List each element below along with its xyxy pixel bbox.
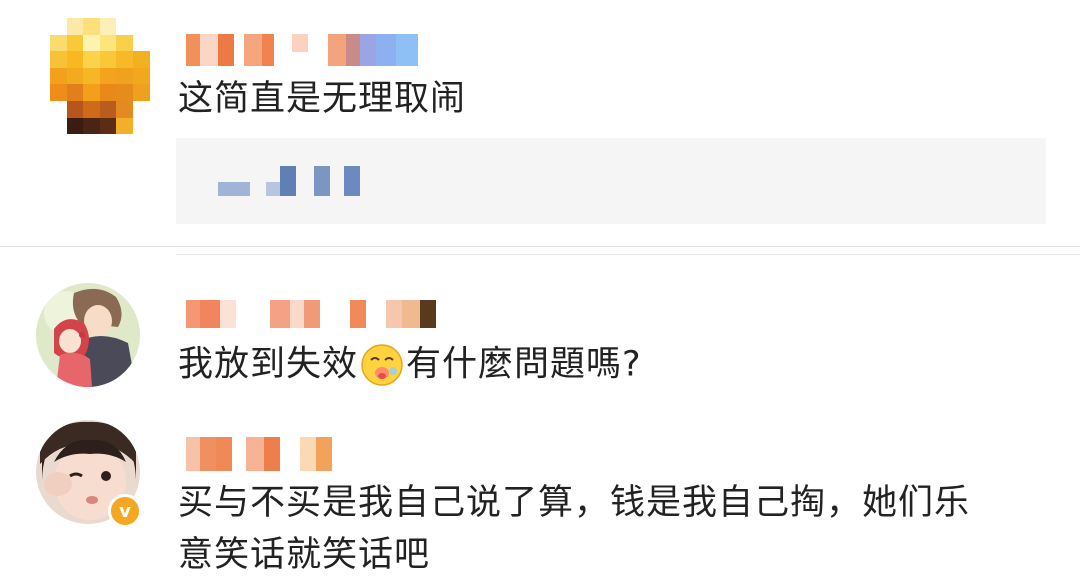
comment-list: 这简直是无理取闹 我放到失效 有什麼問題嗎? v 买与不买是我自己说了算，钱是我…: [0, 0, 1080, 582]
username[interactable]: [186, 34, 418, 66]
avatar-image: [36, 283, 140, 387]
reply-preview-text: [218, 166, 360, 196]
avatar[interactable]: [36, 283, 140, 387]
username[interactable]: [186, 437, 332, 471]
reply-preview[interactable]: [176, 138, 1046, 224]
comment-text: 我放到失效 有什麼問題嗎?: [178, 343, 642, 388]
verified-badge-icon: v: [108, 494, 142, 528]
comment-text-line-1: 买与不买是我自己说了算，钱是我自己掏，她们乐: [178, 483, 971, 523]
drooling-face-icon: [360, 343, 404, 388]
comment-text-after-emoji: 有什麼問題嗎?: [406, 344, 642, 385]
avatar[interactable]: [50, 18, 150, 135]
divider: [176, 254, 1080, 255]
divider: [0, 246, 1080, 247]
username[interactable]: [186, 300, 436, 328]
comment-text-line-2: 意笑话就笑话吧: [178, 535, 431, 575]
comment-text: 这简直是无理取闹: [178, 79, 467, 119]
comment-text-before-emoji: 我放到失效: [178, 344, 359, 385]
